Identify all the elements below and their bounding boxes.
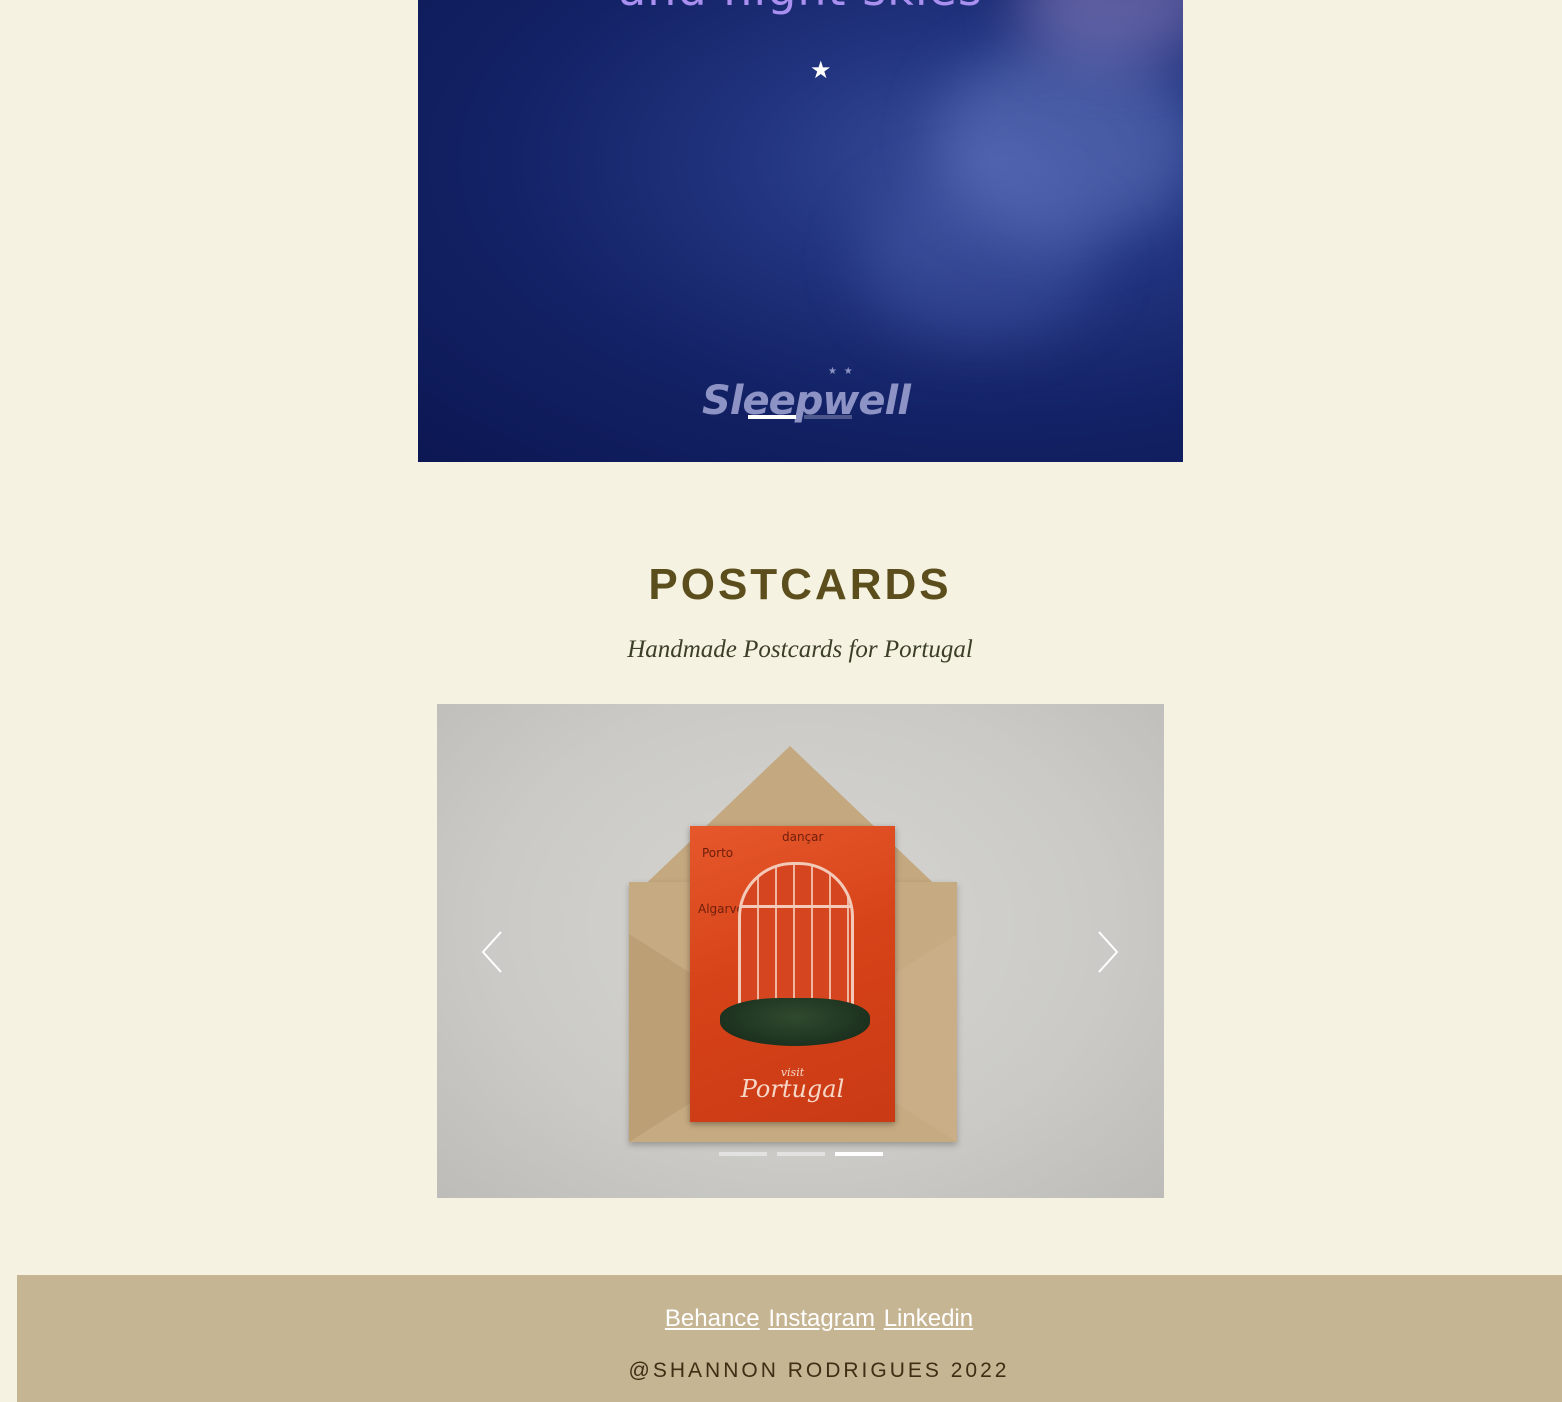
sleepwell-slide-image: and night skies ★ ★ ★ Sleepwell	[418, 0, 1183, 462]
carousel-slide-dot-2[interactable]	[777, 1152, 825, 1156]
section-title: POSTCARDS	[648, 560, 952, 609]
instagram-link[interactable]: Instagram	[768, 1305, 875, 1332]
star-icon: ★	[810, 57, 832, 84]
behance-link[interactable]: Behance	[665, 1305, 760, 1332]
carousel-slide-dot-3[interactable]	[835, 1152, 883, 1156]
hero-slide-dot-2[interactable]	[804, 415, 852, 419]
copyright: @SHANNON RODRIGUES 2022	[628, 1359, 1010, 1382]
footer: Behance Instagram Linkedin @SHANNON RODR…	[17, 1275, 1562, 1402]
linkedin-link[interactable]: Linkedin	[884, 1305, 973, 1332]
section-subtitle: Handmade Postcards for Portugal	[627, 636, 973, 663]
logo-stars-icon: ★ ★	[828, 366, 855, 377]
window-drawing	[738, 862, 854, 1008]
carousel-slide-indicators	[719, 1152, 883, 1156]
postcard-word: Porto	[702, 846, 734, 860]
plants-drawing	[720, 998, 870, 1046]
postcard-caption: visit Portugal	[690, 1066, 895, 1103]
hero-slide-dot-1[interactable]	[748, 415, 796, 419]
postcard-image: dançar Porto Algarve visit Portugal	[690, 826, 895, 1122]
chevron-right-icon	[1098, 931, 1119, 973]
hero-slide-indicators	[748, 415, 852, 419]
carousel-next-button[interactable]	[1095, 930, 1121, 974]
hero-headline: and night skies	[418, 0, 1183, 16]
chevron-left-icon	[481, 931, 502, 973]
postcard-word: dançar	[782, 830, 824, 844]
carousel-prev-button[interactable]	[479, 930, 505, 974]
social-links: Behance Instagram Linkedin	[17, 1305, 1562, 1333]
postcard-country: Portugal	[740, 1075, 845, 1103]
postcards-carousel: dançar Porto Algarve visit Portugal	[437, 704, 1164, 1198]
carousel-slide-dot-1[interactable]	[719, 1152, 767, 1156]
page: and night skies ★ ★ ★ Sleepwell POSTCARD…	[0, 0, 1562, 1402]
